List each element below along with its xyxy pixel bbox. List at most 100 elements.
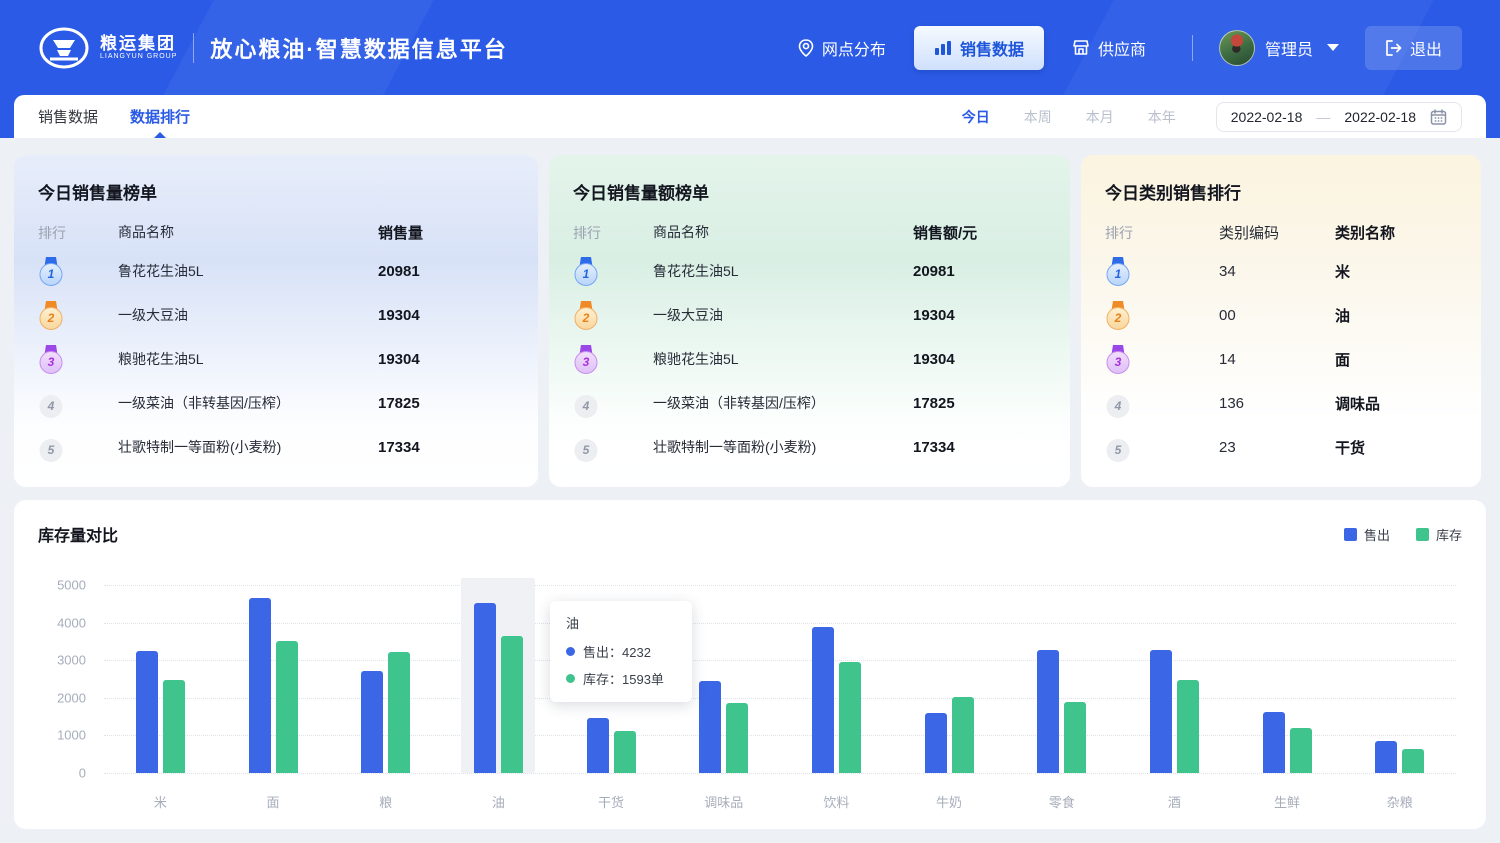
tab-sales-data[interactable]: 销售数据 xyxy=(38,95,98,138)
table-row: 523干货 xyxy=(1105,425,1457,469)
table-row: 4一级菜油（非转基因/压榨）17825 xyxy=(38,381,514,425)
product-name-cell: 鲁花花生油5L xyxy=(118,261,378,281)
medal-icon: 1 xyxy=(38,257,64,286)
stock-bar-米[interactable] xyxy=(163,680,185,773)
sold-bar-油[interactable] xyxy=(474,603,496,773)
stock-bar-油[interactable] xyxy=(501,636,523,773)
table-row: 5壮歌特制一等面粉(小麦粉)17334 xyxy=(573,425,1046,469)
divider xyxy=(193,33,194,63)
tab-data-ranking[interactable]: 数据排行 xyxy=(130,95,190,138)
filter-this-month[interactable]: 本月 xyxy=(1086,107,1114,127)
nav-item-sales-data[interactable]: 销售数据 xyxy=(914,26,1044,70)
y-axis: 010002000300040005000 xyxy=(44,585,86,773)
category-group-米[interactable] xyxy=(104,585,217,773)
sold-bar-米[interactable] xyxy=(136,651,158,773)
bar-chart-icon xyxy=(934,40,952,56)
x-axis-label: 粮 xyxy=(329,792,442,811)
sold-bar-酒[interactable] xyxy=(1150,650,1172,773)
legend-item-sold[interactable]: 售出 xyxy=(1344,525,1390,544)
category-name-cell: 调味品 xyxy=(1335,393,1457,414)
value-cell: 19304 xyxy=(378,307,514,324)
rank-cell: 4 xyxy=(38,389,118,418)
legend-item-stock[interactable]: 库存 xyxy=(1416,525,1462,544)
rank-cell: 4 xyxy=(1105,389,1219,418)
column-header-rank: 排行 xyxy=(38,222,118,243)
rank-cell: 5 xyxy=(38,433,118,462)
tooltip-row-stock: 库存：1593单 xyxy=(566,669,676,688)
table-row: 1鲁花花生油5L20981 xyxy=(573,249,1046,293)
medal-icon: 2 xyxy=(573,301,599,330)
logout-button[interactable]: 退出 xyxy=(1365,26,1462,70)
nav-item-suppliers[interactable]: 供应商 xyxy=(1052,26,1166,70)
sold-bar-零食[interactable] xyxy=(1037,650,1059,773)
rank-cell: 5 xyxy=(573,433,653,462)
x-axis-label: 零食 xyxy=(1005,792,1118,811)
brand-name-cn: 粮运集团 xyxy=(100,35,177,54)
category-group-杂粮[interactable] xyxy=(1343,585,1456,773)
nav-item-network[interactable]: 网点分布 xyxy=(778,26,906,70)
table-row: 200油 xyxy=(1105,293,1457,337)
sold-bar-饮料[interactable] xyxy=(812,627,834,773)
chevron-down-icon[interactable] xyxy=(1327,44,1339,51)
sold-bar-杂粮[interactable] xyxy=(1375,741,1397,773)
stock-bar-调味品[interactable] xyxy=(726,703,748,773)
filter-today[interactable]: 今日 xyxy=(962,107,990,127)
stock-bar-饮料[interactable] xyxy=(839,662,861,773)
x-axis-label: 酒 xyxy=(1118,792,1231,811)
rank-badge: 5 xyxy=(573,433,599,462)
value-cell: 17825 xyxy=(378,395,514,412)
tooltip-text: 库存：1593单 xyxy=(583,669,664,688)
stock-bar-干货[interactable] xyxy=(614,731,636,773)
stock-bar-零食[interactable] xyxy=(1064,702,1086,773)
category-group-牛奶[interactable] xyxy=(893,585,1006,773)
table-row: 314面 xyxy=(1105,337,1457,381)
tab-label: 销售数据 xyxy=(38,106,98,127)
x-axis-label: 饮料 xyxy=(780,792,893,811)
x-axis-label: 生鲜 xyxy=(1231,792,1344,811)
stock-bar-牛奶[interactable] xyxy=(952,697,974,773)
tooltip-title: 油 xyxy=(566,613,676,632)
category-group-饮料[interactable] xyxy=(780,585,893,773)
x-axis-labels: 米面粮油干货调味品饮料牛奶零食酒生鲜杂粮 xyxy=(104,792,1456,811)
user-menu[interactable]: 管理员 xyxy=(1219,30,1339,66)
category-group-油[interactable] xyxy=(442,585,555,773)
value-cell: 17334 xyxy=(378,439,514,456)
stock-bar-生鲜[interactable] xyxy=(1290,728,1312,773)
stock-bar-酒[interactable] xyxy=(1177,680,1199,773)
ranking-cards-row: 今日销售量榜单 排行 商品名称 销售量 1鲁花花生油5L209812一级大豆油1… xyxy=(14,155,1486,487)
category-group-零食[interactable] xyxy=(1005,585,1118,773)
category-group-酒[interactable] xyxy=(1118,585,1231,773)
table-row: 4一级菜油（非转基因/压榨）17825 xyxy=(573,381,1046,425)
sold-bar-粮[interactable] xyxy=(361,671,383,773)
card-category-sales-ranking: 今日类别销售排行 排行 类别编码 类别名称 134米200油314面4136调味… xyxy=(1081,155,1481,487)
date-end[interactable]: 2022-02-18 xyxy=(1344,109,1416,125)
medal-icon: 2 xyxy=(38,301,64,330)
category-group-生鲜[interactable] xyxy=(1231,585,1344,773)
sold-bar-生鲜[interactable] xyxy=(1263,712,1285,773)
date-range-picker[interactable]: 2022-02-18 — 2022-02-18 xyxy=(1216,102,1462,132)
sold-bar-调味品[interactable] xyxy=(699,681,721,773)
sub-toolbar: 销售数据 数据排行 今日 本周 本月 本年 2022-02-18 — 2022-… xyxy=(14,95,1486,138)
sold-bar-面[interactable] xyxy=(249,598,271,773)
stock-bar-杂粮[interactable] xyxy=(1402,749,1424,773)
y-axis-tick: 1000 xyxy=(57,728,86,743)
category-group-面[interactable] xyxy=(217,585,330,773)
stock-bar-粮[interactable] xyxy=(388,652,410,773)
x-axis-label: 米 xyxy=(104,792,217,811)
user-name: 管理员 xyxy=(1265,36,1313,60)
table-header: 排行 商品名称 销售额/元 xyxy=(573,222,1046,243)
stock-bar-面[interactable] xyxy=(276,641,298,773)
product-name-cell: 一级大豆油 xyxy=(653,305,913,325)
active-tab-indicator xyxy=(154,132,166,138)
card-sales-volume-ranking: 今日销售量榜单 排行 商品名称 销售量 1鲁花花生油5L209812一级大豆油1… xyxy=(14,155,538,487)
calendar-icon[interactable] xyxy=(1430,109,1447,125)
sold-bar-牛奶[interactable] xyxy=(925,713,947,773)
filter-this-year[interactable]: 本年 xyxy=(1148,107,1176,127)
tooltip-text: 售出：4232 xyxy=(583,642,651,661)
category-group-粮[interactable] xyxy=(329,585,442,773)
avatar[interactable] xyxy=(1219,30,1255,66)
sold-bar-干货[interactable] xyxy=(587,718,609,773)
filter-this-week[interactable]: 本周 xyxy=(1024,107,1052,127)
category-code-cell: 00 xyxy=(1219,307,1335,324)
date-start[interactable]: 2022-02-18 xyxy=(1231,109,1303,125)
